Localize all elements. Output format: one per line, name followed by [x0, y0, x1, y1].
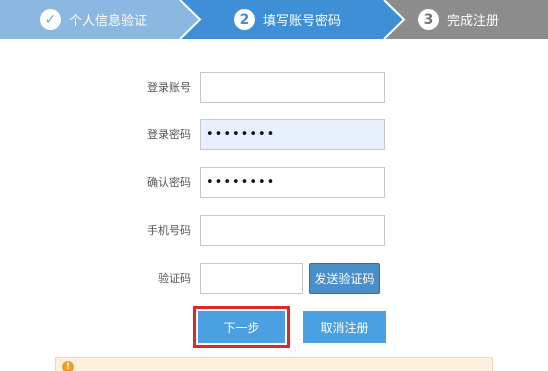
- step-account-password: 2 填写账号密码: [234, 0, 341, 39]
- phone-input[interactable]: [200, 215, 385, 246]
- cancel-registration-button[interactable]: 取消注册: [303, 311, 386, 343]
- step-progress-bar: ✓ 个人信息验证 2 填写账号密码 3 完成注册: [0, 0, 548, 39]
- step-personal-info: ✓ 个人信息验证: [40, 0, 147, 39]
- account-input[interactable]: [200, 72, 385, 103]
- confirm-password-label: 确认密码: [147, 176, 191, 189]
- warning-icon: !: [62, 361, 74, 371]
- confirm-password-row: 确认密码 ••••••••: [0, 167, 548, 199]
- password-row: 登录密码 ••••••••: [0, 119, 548, 151]
- notice-bar: !: [55, 357, 493, 371]
- step-number: 2: [234, 9, 255, 30]
- password-label: 登录密码: [147, 128, 191, 141]
- account-row: 登录账号: [0, 72, 548, 104]
- step-label: 填写账号密码: [263, 14, 342, 29]
- step-label: 个人信息验证: [69, 14, 148, 29]
- send-code-button[interactable]: 发送验证码: [309, 263, 380, 294]
- step-number: 3: [418, 9, 439, 30]
- phone-label: 手机号码: [147, 224, 191, 237]
- check-icon: ✓: [40, 9, 61, 30]
- step-label: 完成注册: [447, 14, 500, 29]
- verification-code-row: 验证码: [0, 263, 548, 295]
- verification-code-label: 验证码: [158, 272, 191, 285]
- verification-code-input[interactable]: [200, 263, 303, 294]
- phone-row: 手机号码: [0, 215, 548, 247]
- account-label: 登录账号: [147, 81, 191, 94]
- password-input[interactable]: ••••••••: [200, 119, 385, 150]
- confirm-password-input[interactable]: ••••••••: [200, 167, 385, 198]
- step-complete: 3 完成注册: [418, 0, 499, 39]
- next-button[interactable]: 下一步: [198, 311, 285, 343]
